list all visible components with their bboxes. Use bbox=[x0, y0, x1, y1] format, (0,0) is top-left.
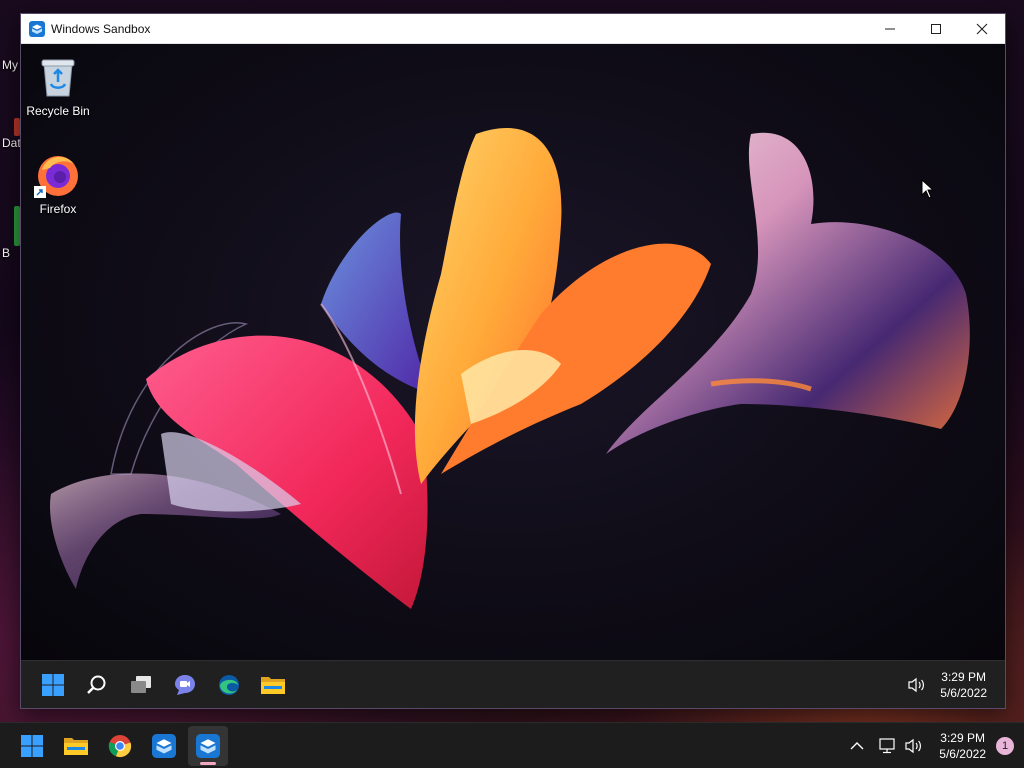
folder-icon bbox=[64, 737, 88, 755]
folder-icon bbox=[261, 676, 285, 694]
host-clock-date: 5/6/2022 bbox=[939, 747, 986, 761]
guest-clock-date: 5/6/2022 bbox=[940, 686, 987, 700]
running-indicator bbox=[200, 761, 216, 765]
host-desktop-icon-my[interactable]: My bbox=[0, 58, 22, 72]
host-sandbox-button[interactable] bbox=[144, 726, 184, 766]
desktop-icon-label: Recycle Bin bbox=[26, 104, 90, 118]
mouse-cursor-icon bbox=[921, 179, 935, 199]
guest-taskbar: 3:29 PM 5/6/2022 bbox=[21, 660, 1005, 708]
windows-logo-icon bbox=[42, 673, 64, 696]
minimize-icon bbox=[885, 28, 895, 29]
volume-icon bbox=[905, 738, 922, 754]
host-taskbar: 3:29 PM 5/6/2022 1 bbox=[0, 722, 1024, 768]
guest-system-tray: 3:29 PM 5/6/2022 bbox=[904, 661, 1005, 708]
guest-search-button[interactable] bbox=[77, 665, 117, 705]
search-icon bbox=[87, 675, 106, 694]
desktop-icon-recycle-bin[interactable]: Recycle Bin bbox=[21, 52, 95, 118]
minimize-button[interactable] bbox=[867, 14, 913, 44]
windows-logo-icon bbox=[21, 734, 43, 757]
close-icon bbox=[976, 23, 988, 34]
task-view-icon bbox=[131, 675, 151, 693]
recycle-bin-icon bbox=[34, 52, 82, 100]
guest-clock-time: 3:29 PM bbox=[941, 670, 986, 684]
chevron-up-icon bbox=[850, 742, 864, 750]
maximize-button[interactable] bbox=[913, 14, 959, 44]
host-desktop-icon-dat[interactable]: Dat bbox=[0, 118, 22, 150]
bloom-artwork bbox=[50, 128, 970, 609]
sandbox-icon bbox=[152, 733, 176, 758]
host-desktop-icon-label: My bbox=[2, 58, 18, 72]
volume-icon bbox=[908, 677, 925, 693]
guest-edge-button[interactable] bbox=[209, 665, 249, 705]
guest-clock[interactable]: 3:29 PM 5/6/2022 bbox=[940, 669, 987, 701]
firefox-icon bbox=[34, 150, 82, 198]
close-button[interactable] bbox=[959, 14, 1005, 44]
notification-badge[interactable]: 1 bbox=[996, 737, 1014, 755]
desktop-icon-firefox[interactable]: Firefox bbox=[21, 150, 95, 216]
show-hidden-icons-button[interactable] bbox=[845, 734, 869, 758]
host-sandbox-running-button[interactable] bbox=[188, 725, 228, 766]
window-title: Windows Sandbox bbox=[51, 21, 151, 36]
desktop-icon-label: Firefox bbox=[39, 202, 77, 216]
edge-icon bbox=[219, 674, 239, 695]
chat-icon bbox=[175, 674, 195, 695]
guest-volume-button[interactable] bbox=[905, 673, 929, 697]
sandbox-icon bbox=[29, 20, 45, 37]
sandbox-window: Windows Sandbox Recycle Bin Firefox 3:29… bbox=[20, 13, 1006, 709]
network-button[interactable] bbox=[876, 734, 900, 758]
host-desktop-icon-label: B bbox=[2, 246, 11, 260]
host-desktop-icon-b[interactable]: B bbox=[0, 206, 22, 260]
sandbox-icon bbox=[196, 733, 220, 758]
host-desktop-icon-label: Dat bbox=[2, 136, 21, 150]
maximize-icon bbox=[931, 23, 941, 34]
shortcut-arrow-icon bbox=[34, 186, 46, 198]
network-icon bbox=[879, 738, 895, 754]
chrome-icon bbox=[108, 734, 132, 757]
host-system-tray: 3:29 PM 5/6/2022 1 bbox=[844, 723, 1024, 768]
guest-chat-button[interactable] bbox=[165, 665, 205, 705]
window-titlebar[interactable]: Windows Sandbox bbox=[21, 14, 1005, 44]
guest-file-explorer-button[interactable] bbox=[253, 665, 293, 705]
sandbox-guest-screen[interactable]: Recycle Bin Firefox 3:29 PM 5/6/2022 bbox=[21, 44, 1005, 708]
guest-task-view-button[interactable] bbox=[121, 665, 161, 705]
host-chrome-button[interactable] bbox=[100, 726, 140, 766]
guest-start-button[interactable] bbox=[33, 665, 73, 705]
host-file-explorer-button[interactable] bbox=[56, 726, 96, 766]
host-clock[interactable]: 3:29 PM 5/6/2022 bbox=[939, 730, 986, 762]
host-start-button[interactable] bbox=[12, 726, 52, 766]
host-clock-time: 3:29 PM bbox=[940, 731, 985, 745]
host-volume-button[interactable] bbox=[902, 734, 926, 758]
bloom-wallpaper bbox=[21, 44, 1005, 660]
